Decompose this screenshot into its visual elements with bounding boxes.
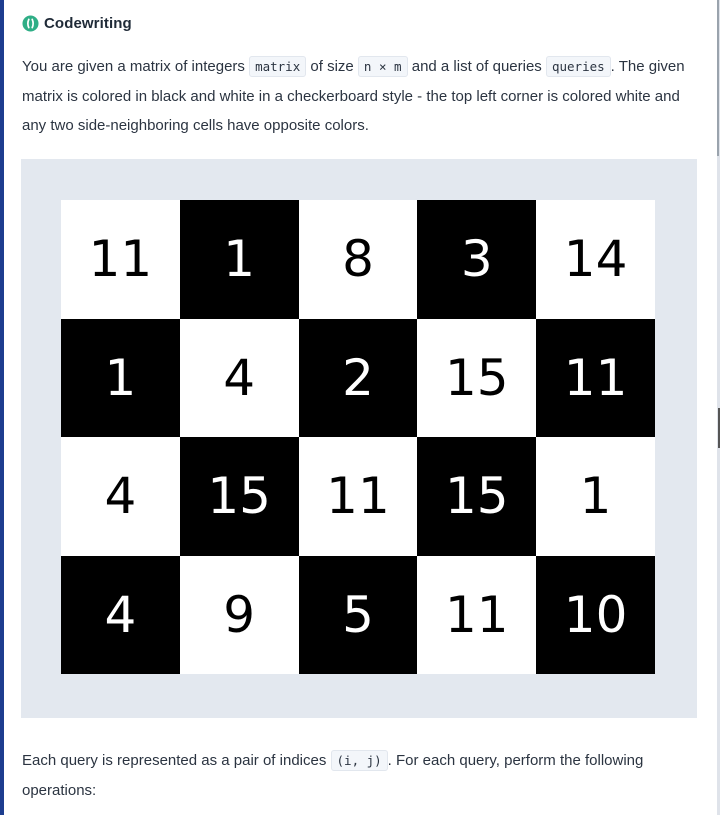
code-queries: queries [545,56,611,77]
matrix-cell: 4 [61,437,180,556]
matrix-cell: 15 [179,437,299,556]
matrix-cell: 11 [536,318,655,437]
matrix-cell: 2 [298,318,418,437]
matrix-cell: 1 [61,318,180,437]
description-text: Each query is represented as a pair of i… [22,752,331,769]
matrix-cell: 3 [417,200,537,319]
checkerboard-matrix: 11 1 8 3 14 1 4 2 15 11 4 15 11 15 1 4 9 5 11 10 [61,200,655,674]
matrix-cell: 15 [417,318,537,437]
query-description: Each query is represented as a pair of i… [22,746,698,805]
matrix-figure: 11 1 8 3 14 1 4 2 15 11 4 15 11 15 1 4 9 5 11 10 [21,159,697,718]
description-text: You are given a matrix of integers [22,58,250,75]
code-size: n × m [357,56,408,77]
scrollbar-thumb[interactable] [717,0,719,156]
matrix-cell: 4 [61,555,180,674]
code-matrix: matrix [249,56,307,77]
codewriting-logo-icon [22,15,39,32]
matrix-cell: 1 [536,437,655,556]
matrix-cell: 4 [179,318,299,437]
matrix-cell: 1 [179,200,299,319]
description-text: and a list of queries [407,58,546,75]
matrix-cell: 8 [298,200,418,319]
matrix-cell: 10 [536,555,655,674]
matrix-cell: 15 [417,437,537,556]
matrix-cell: 5 [298,555,418,674]
problem-page: Codewriting You are given a matrix of in… [0,0,720,815]
code-pair: (i, j) [330,750,388,771]
matrix-cell: 11 [61,200,180,319]
task-type-label: Codewriting [44,15,132,32]
matrix-cell: 14 [536,200,655,319]
matrix-cell: 11 [298,437,418,556]
matrix-cell: 9 [179,555,299,674]
problem-description: You are given a matrix of integers matri… [22,52,698,141]
description-text: of size [306,58,358,75]
matrix-cell: 11 [417,555,537,674]
task-header: Codewriting [22,15,132,32]
left-accent-bar [0,0,4,815]
